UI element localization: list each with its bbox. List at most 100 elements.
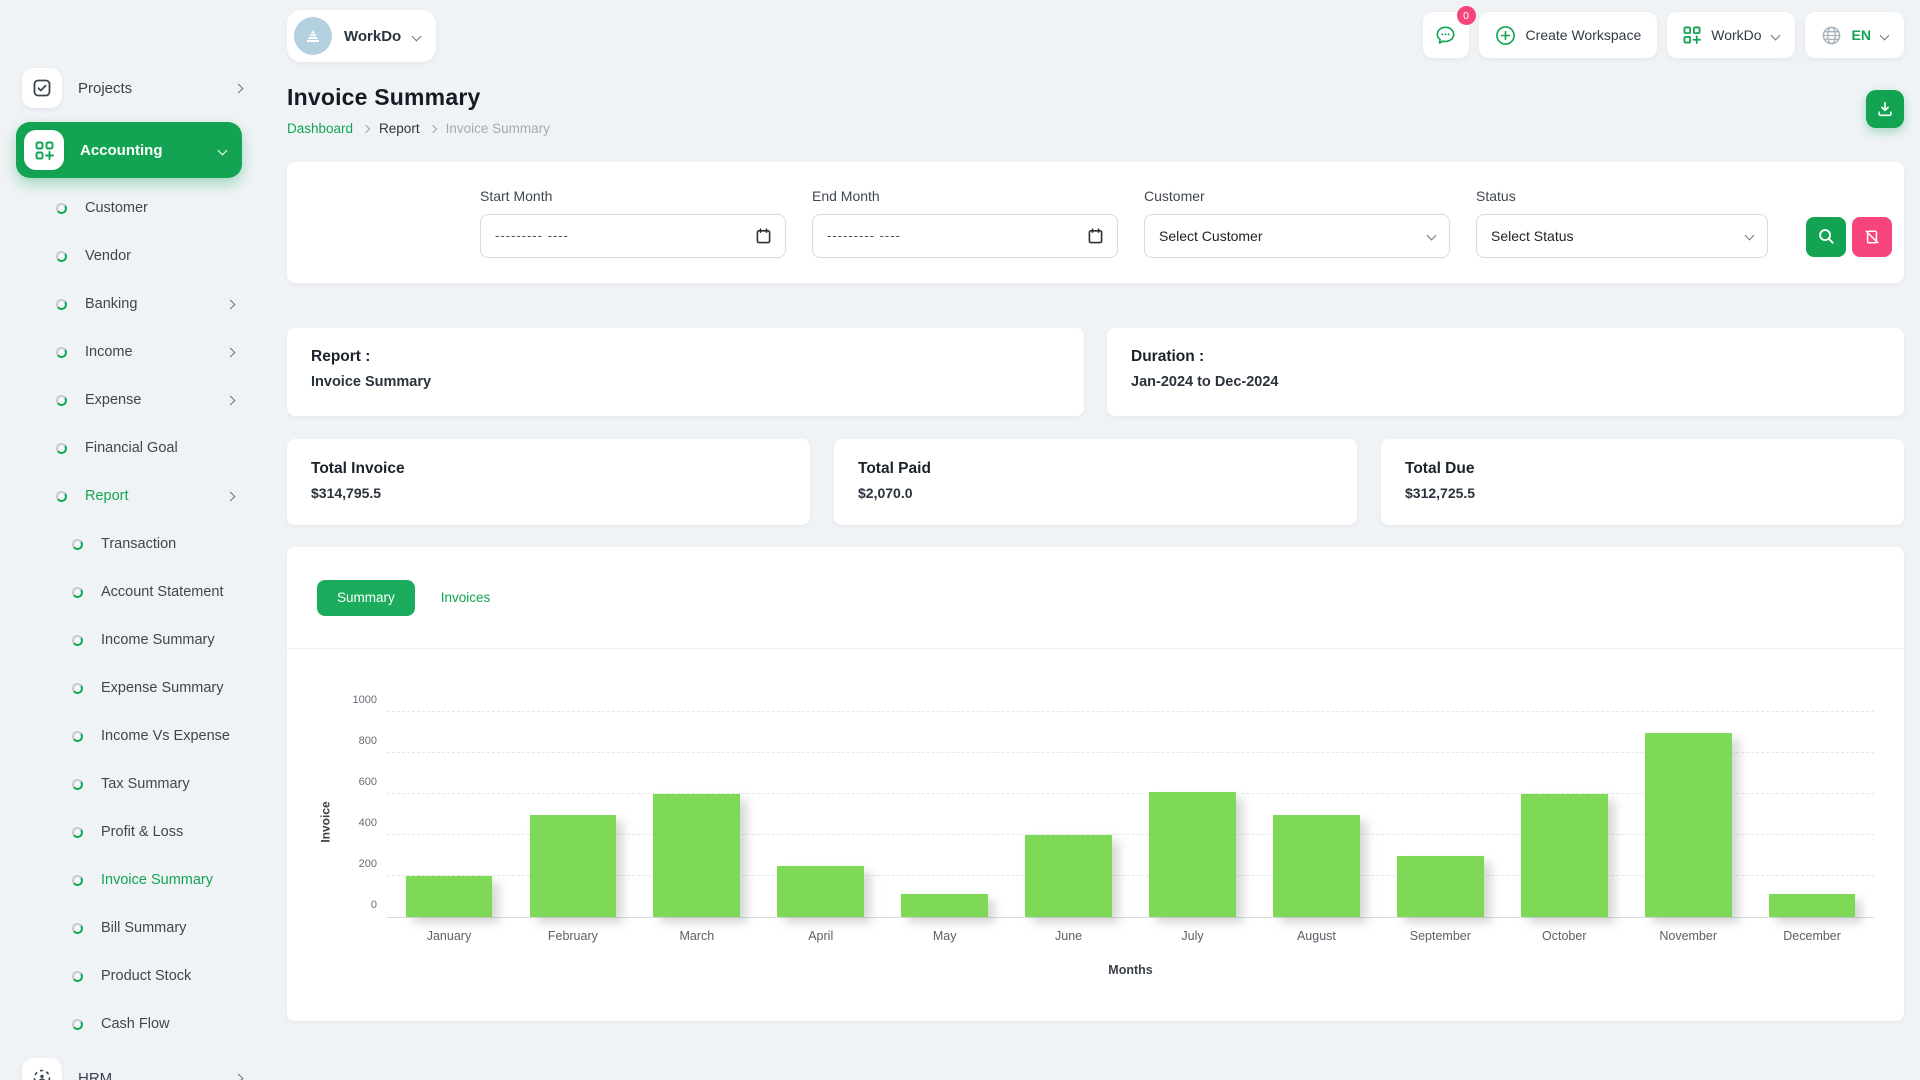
sidebar-item-banking[interactable]: Banking [0,280,260,328]
bar-december[interactable] [1768,894,1856,917]
bar-may[interactable] [901,894,989,917]
chevron-right-icon [225,491,236,501]
sidebar-item-report[interactable]: Report [0,472,260,520]
sidebar-item-label: Vendor [85,248,131,264]
bullet-icon [55,489,68,503]
grid-plus-icon [1683,26,1702,44]
accounting-submenu: Customer Vendor Banking Income Expense F… [0,184,260,520]
sidebar-item-label: Banking [85,296,138,312]
sidebar-item-label: Income [85,344,133,360]
y-axis-title: Invoice [318,801,333,843]
bar-june[interactable] [1025,835,1112,917]
bar-slot-june [1007,712,1131,917]
sidebar-item-label: Customer [85,200,148,216]
status-label: Status [1476,187,1516,204]
sidebar-item-vendor[interactable]: Vendor [0,232,260,280]
sidebar-item-expense[interactable]: Expense [0,376,260,424]
total-due-value: $312,725.5 [1405,485,1476,501]
sidebar-item-hrm[interactable]: HRM [0,1056,260,1080]
sidebar-item-label: Invoice Summary [101,872,214,888]
bar-october[interactable] [1520,794,1608,917]
bullet-icon [71,969,84,983]
apply-filter-button[interactable] [1806,216,1846,257]
create-workspace-button[interactable]: Create Workspace [1478,12,1658,58]
sidebar-item-product-stock[interactable]: Product Stock [0,952,260,1000]
start-month-field: Start Month --------- ---- [480,188,786,258]
breadcrumb-current: Invoice Summary [445,121,550,136]
chevron-right-icon [233,83,244,93]
chevron-down-icon [1744,230,1755,241]
chevron-down-icon [217,145,228,155]
sidebar-item-invoice-summary[interactable]: Invoice Summary [0,856,260,904]
sidebar-item-customer[interactable]: Customer [0,184,260,232]
sidebar-item-label: Accounting [80,141,163,159]
messages-button[interactable]: 0 [1422,6,1476,58]
x-axis-label: July [1181,929,1204,943]
breadcrumb-report[interactable]: Report [379,121,420,136]
sidebar-item-expense-summary[interactable]: Expense Summary [0,664,260,712]
total-due-card: Total Due $312,725.5 [1381,439,1904,525]
download-report-button[interactable] [1866,90,1904,128]
report-card-title: Report : [311,348,371,365]
company-menu-label: WorkDo [1711,27,1762,43]
sidebar-item-transaction[interactable]: Transaction [0,520,260,568]
calendar-icon [756,227,771,243]
sidebar-item-label: Expense [85,392,142,408]
bar-slot-may [883,712,1007,917]
filters-panel: Start Month --------- ---- End Month ---… [287,162,1904,283]
bar-november[interactable] [1644,732,1732,917]
sidebar-item-income-summary[interactable]: Income Summary [0,616,260,664]
reset-filter-button[interactable] [1852,216,1892,257]
breadcrumb-dashboard[interactable]: Dashboard [287,121,353,136]
page-title: Invoice Summary [287,84,481,110]
bar-slot-august [1254,712,1378,917]
bar-march[interactable] [653,794,741,917]
bar-slot-february [511,712,635,917]
sidebar-item-label: Projects [78,79,133,97]
end-month-label: End Month [812,187,880,204]
chevron-down-icon [1426,230,1437,241]
sidebar-item-label: HRM [78,1069,113,1080]
sidebar-item-projects[interactable]: Projects [0,66,260,110]
bullet-icon [71,1017,84,1031]
sidebar-item-accounting[interactable]: Accounting [16,122,242,178]
sidebar-item-income[interactable]: Income [0,328,260,376]
sidebar-item-profit-loss[interactable]: Profit & Loss [0,808,260,856]
tab-summary[interactable]: Summary [317,579,415,616]
end-month-input[interactable]: --------- ---- [812,213,1118,258]
bar-february[interactable] [529,814,617,917]
sidebar-item-cash-flow[interactable]: Cash Flow [0,1000,260,1048]
company-menu-button[interactable]: WorkDo [1667,12,1795,58]
sidebar-item-income-vs-expense[interactable]: Income Vs Expense [0,712,260,760]
sidebar-item-label: Cash Flow [101,1016,170,1032]
bar-april[interactable] [777,865,865,917]
sidebar-item-account-statement[interactable]: Account Statement [0,568,260,616]
y-axis-tick: 800 [358,735,377,747]
bar-september[interactable] [1396,855,1484,917]
sidebar-item-bill-summary[interactable]: Bill Summary [0,904,260,952]
sidebar-item-financial-goal[interactable]: Financial Goal [0,424,260,472]
workspace-switcher[interactable]: WorkDo [287,10,437,62]
total-due-label: Total Due [1405,460,1475,477]
bar-august[interactable] [1273,814,1360,917]
report-submenu: Transaction Account Statement Income Sum… [0,520,260,1048]
language-selector[interactable]: EN [1804,12,1904,58]
tab-invoices[interactable]: Invoices [441,590,491,605]
start-month-input[interactable]: --------- ---- [480,213,786,258]
bullet-icon [71,633,84,647]
chart-tabs: Summary Invoices [287,547,1904,649]
chevron-right-icon [233,1073,244,1080]
duration-card-title: Duration : [1131,348,1205,365]
customer-select[interactable]: Select Customer [1144,213,1450,258]
bar-january[interactable] [405,876,493,917]
total-paid-value: $2,070.0 [858,485,913,501]
status-select[interactable]: Select Status [1476,213,1768,258]
y-axis-tick: 600 [358,776,377,788]
chat-icon [1436,26,1455,44]
x-axis-labels: January February March April May June July Augu… [387,929,1874,943]
sidebar-item-label: Profit & Loss [101,824,184,840]
sidebar-item-tax-summary[interactable]: Tax Summary [0,760,260,808]
x-axis-label: April [808,929,834,943]
bar-july[interactable] [1149,791,1236,917]
bar-slot-november [1626,712,1750,917]
